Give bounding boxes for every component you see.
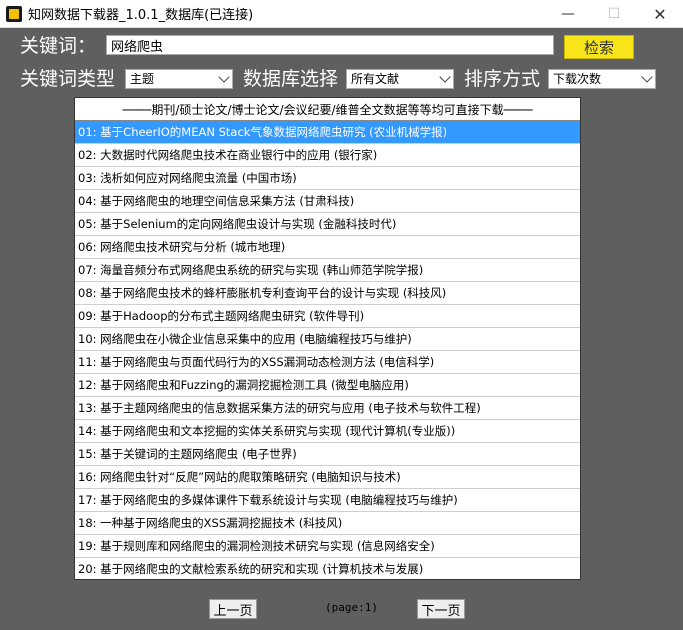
next-page-button[interactable]: 下一页 [417,599,465,619]
keyword-type-select[interactable]: 主题 [125,69,233,89]
list-item[interactable]: 08: 基于网络爬虫技术的蜂杆膨胀机专利查询平台的设计与实现 (科技风) [75,282,580,305]
list-item[interactable]: 10: 网络爬虫在小微企业信息采集中的应用 (电脑编程技巧与维护) [75,328,580,351]
sort-label: 排序方式 [464,68,541,90]
maximize-button[interactable]: ☐ [591,0,637,28]
sort-select[interactable]: 下载次数 [548,69,656,89]
list-item[interactable]: 06: 网络爬虫技术研究与分析 (城市地理) [75,236,580,259]
list-item[interactable]: 17: 基于网络爬虫的多媒体课件下载系统设计与实现 (电脑编程技巧与维护) [75,489,580,512]
app-icon [6,5,22,22]
prev-page-button[interactable]: 上一页 [209,599,257,619]
keyword-label: 关键词： [20,35,97,57]
list-item[interactable]: 11: 基于网络爬虫与页面代码行为的XSS漏洞动态检测方法 (电信科学) [75,351,580,374]
list-item[interactable]: 15: 基于关键词的主题网络爬虫 (电子世界) [75,443,580,466]
search-button[interactable]: 检索 [564,35,634,59]
keyword-type-label: 关键词类型 [20,68,116,90]
chevron-down-icon [439,71,451,83]
list-item[interactable]: 01: 基于CheerIO的MEAN Stack气象数据网络爬虫研究 (农业机械… [75,121,580,144]
window-title: 知网数据下载器_1.0.1_数据库(已连接) [28,8,254,23]
results-rows: 01: 基于CheerIO的MEAN Stack气象数据网络爬虫研究 (农业机械… [75,121,580,579]
list-item[interactable]: 09: 基于Hadoop的分布式主题网络爬虫研究 (软件导刊) [75,305,580,328]
page-indicator: (page:1) [325,601,378,614]
keyword-input[interactable] [106,35,554,55]
list-item[interactable]: 16: 网络爬虫针对“反爬”网站的爬取策略研究 (电脑知识与技术) [75,466,580,489]
database-label: 数据库选择 [243,68,339,90]
list-item[interactable]: 19: 基于规则库和网络爬虫的漏洞检测技术研究与实现 (信息网络安全) [75,535,580,558]
list-header: ────期刊/硕士论文/博士论文/会议纪要/维普全文数据等等均可直接下载──── [75,98,580,121]
minimize-button[interactable]: — [545,0,591,28]
list-item[interactable]: 02: 大数据时代网络爬虫技术在商业银行中的应用 (银行家) [75,144,580,167]
list-item[interactable]: 05: 基于Selenium的定向网络爬虫设计与实现 (金融科技时代) [75,213,580,236]
list-item[interactable]: 12: 基于网络爬虫和Fuzzing的漏洞挖掘检测工具 (微型电脑应用) [75,374,580,397]
list-item[interactable]: 03: 浅析如何应对网络爬虫流量 (中国市场) [75,167,580,190]
close-button[interactable]: ✕ [637,0,683,28]
results-list[interactable]: ────期刊/硕士论文/博士论文/会议纪要/维普全文数据等等均可直接下载────… [74,97,581,580]
title-bar: 知网数据下载器_1.0.1_数据库(已连接) — ☐ ✕ [0,0,683,28]
list-item[interactable]: 14: 基于网络爬虫和文本挖掘的实体关系研究与实现 (现代计算机(专业版)) [75,420,580,443]
list-item[interactable]: 18: 一种基于网络爬虫的XSS漏洞挖掘技术 (科技风) [75,512,580,535]
list-item[interactable]: 07: 海量音频分布式网络爬虫系统的研究与实现 (韩山师范学院学报) [75,259,580,282]
database-select[interactable]: 所有文献 [346,69,454,89]
list-item[interactable]: 13: 基于主题网络爬虫的信息数据采集方法的研究与应用 (电子技术与软件工程) [75,397,580,420]
sort-value: 下载次数 [553,72,602,86]
chevron-down-icon [218,71,230,83]
database-value: 所有文献 [351,72,400,86]
chevron-down-icon [641,71,653,83]
list-item[interactable]: 20: 基于网络爬虫的文献检索系统的研究和实现 (计算机技术与发展) [75,558,580,579]
keyword-type-value: 主题 [130,72,155,86]
list-item[interactable]: 04: 基于网络爬虫的地理空间信息采集方法 (甘肃科技) [75,190,580,213]
